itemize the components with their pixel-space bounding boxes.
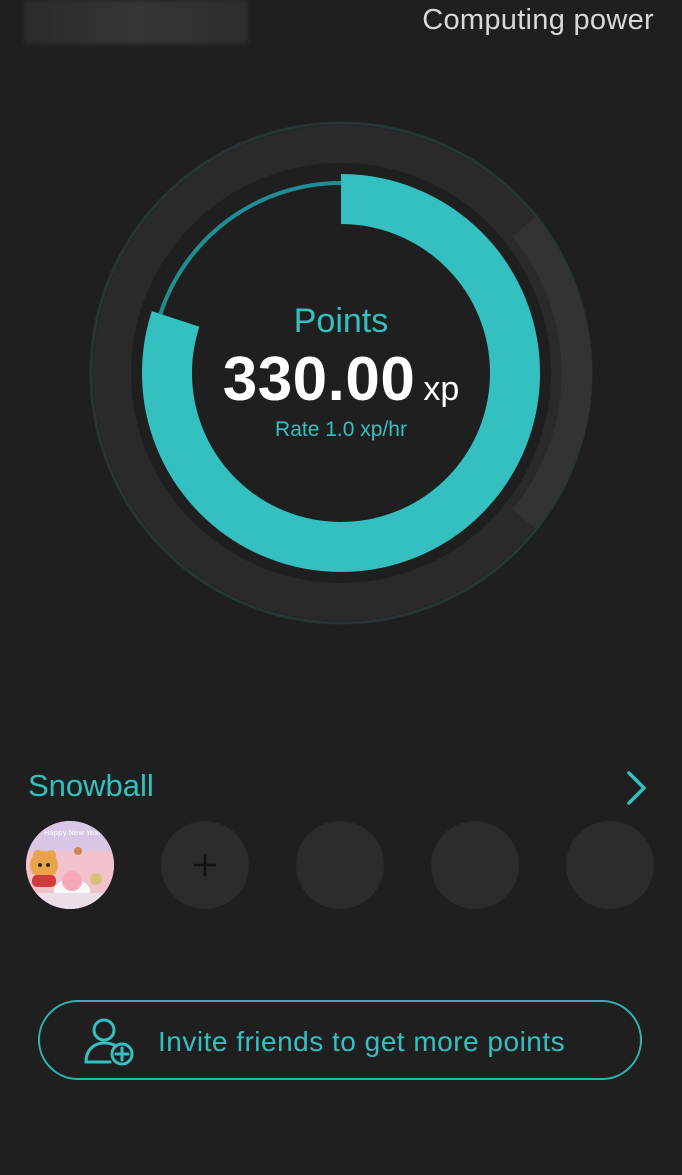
snowball-title: Snowball — [28, 768, 154, 803]
snowball-slots: Happy New Year — [26, 821, 666, 909]
computing-page: Computing power Points 330.00 xp Rate 1.0… — [0, 0, 682, 1175]
empty-slot — [431, 821, 519, 909]
points-unit: xp — [423, 370, 460, 408]
empty-slot — [296, 821, 384, 909]
invite-label: Invite friends to get more points — [158, 1026, 566, 1057]
add-user-icon — [84, 1018, 134, 1066]
avatar-banner-text: Happy New Year — [44, 829, 101, 837]
plus-icon — [194, 854, 216, 876]
points-label: Points — [293, 302, 389, 340]
chevron-right-icon[interactable] — [624, 770, 648, 806]
friend-avatar[interactable]: Happy New Year — [26, 821, 114, 909]
add-friend-slot[interactable] — [161, 821, 249, 909]
blurred-username — [24, 0, 248, 44]
empty-slot — [566, 821, 654, 909]
points-value: 330.00 — [222, 345, 416, 414]
rate-text: Rate 1.0 xp/hr — [275, 418, 407, 441]
invite-friends-button[interactable]: Invite friends to get more points — [38, 1000, 642, 1080]
points-value-row: 330.00 xp — [80, 344, 602, 415]
gauge-center: Points 330.00 xp Rate 1.0 xp/hr — [80, 112, 602, 634]
computing-power-link[interactable]: Computing power — [422, 4, 654, 37]
